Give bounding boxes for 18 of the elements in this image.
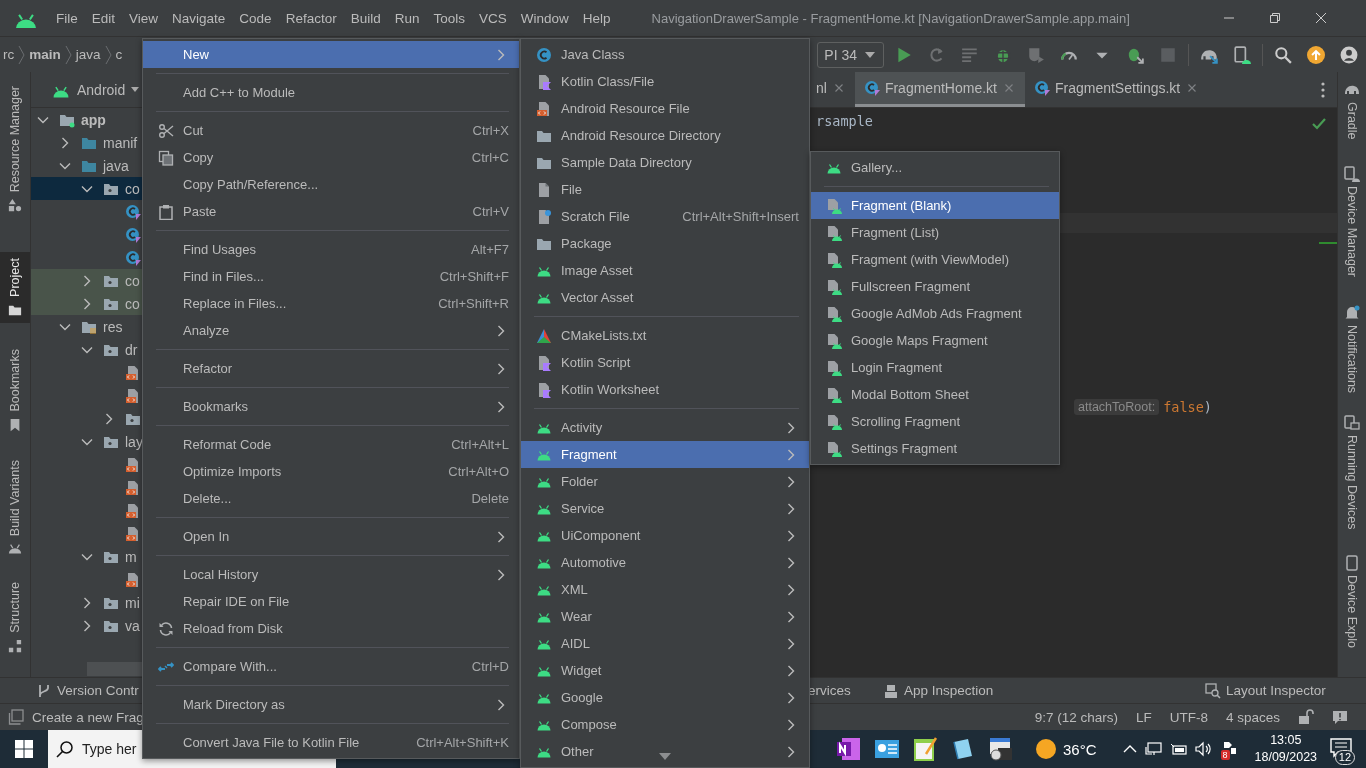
shortcut-text: Alt+F7	[470, 242, 509, 257]
badge-count: 12	[1334, 749, 1356, 765]
badge-count: 8	[1220, 749, 1230, 760]
shortcut-text: Ctrl+Alt+Shift+Insert	[681, 209, 799, 224]
shortcut-text: Ctrl+C	[470, 150, 509, 165]
shortcut-text: Delete	[470, 491, 509, 506]
shortcut-text: Ctrl+Shift+F	[438, 269, 509, 284]
shortcut-text: Ctrl+Alt+L	[450, 437, 509, 452]
code-text: false)	[1163, 398, 1212, 415]
shortcut-text: Ctrl+Shift+R	[437, 296, 509, 311]
shortcut-text: Ctrl+Alt+O	[447, 464, 509, 479]
shortcut-text: Ctrl+Alt+Shift+K	[415, 735, 509, 750]
shortcut-text: Ctrl+D	[470, 659, 509, 674]
shortcut-text: Ctrl+V	[471, 204, 509, 219]
code-text: rsample	[816, 113, 873, 130]
window-title: NavigationDrawerSample - FragmentHome.kt [NavigationDrawerSample.app.main]	[651, 10, 1130, 26]
shortcut-text: Ctrl+X	[471, 123, 509, 138]
parameter-hint: attachToRoot:	[1074, 398, 1160, 415]
